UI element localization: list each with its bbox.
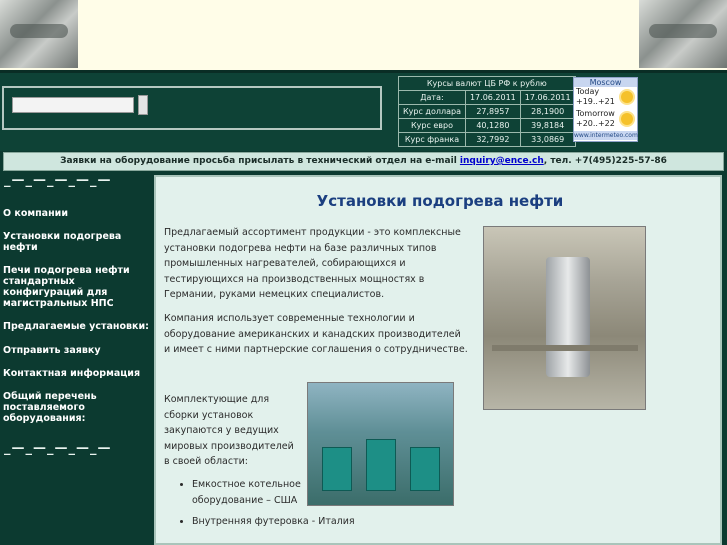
components-paragraph: Комплектующие для сборки установок закуп… bbox=[164, 394, 294, 467]
weather-city: Moscow bbox=[574, 78, 637, 87]
sidebar-menu: О компании Установки подогрева нефти Печ… bbox=[0, 208, 153, 424]
rates-caption: Курсы валют ЦБ РФ к рублю bbox=[398, 76, 576, 91]
sun-icon bbox=[621, 91, 633, 103]
rates-header-row: Дата: 17.06.2011 17.06.2011 bbox=[398, 90, 576, 105]
sidebar-item-contacts[interactable]: Контактная информация bbox=[0, 368, 153, 379]
email-link[interactable]: inquiry@ence.ch bbox=[460, 156, 544, 166]
weather-widget[interactable]: Moscow Today +19..+21 Tomorrow +20..+22 … bbox=[573, 77, 638, 142]
sidebar-item-equipment-list[interactable]: Общий перечень поставляемого оборудовани… bbox=[0, 391, 153, 424]
sidebar-item-offered[interactable]: Предлагаемые установки: bbox=[0, 321, 153, 332]
header-banner bbox=[0, 0, 727, 73]
sidebar-item-about[interactable]: О компании bbox=[0, 208, 153, 219]
sidebar: _—_—_—_—_— О компании Установки подогрев… bbox=[0, 172, 153, 545]
main-content: Установки подогрева нефти Предлагаемый а… bbox=[154, 175, 722, 545]
sidebar-divider-bottom: _—_—_—_—_— bbox=[4, 441, 112, 456]
sidebar-divider-top: _—_—_—_—_— bbox=[4, 173, 112, 188]
search-box bbox=[2, 86, 382, 130]
header-image-left bbox=[0, 0, 78, 68]
rates-row-chf: Курс франка 32,7992 33,0869 bbox=[398, 132, 576, 147]
weather-tomorrow: Tomorrow +20..+22 bbox=[574, 109, 637, 131]
header-image-right bbox=[639, 0, 727, 68]
search-button[interactable] bbox=[138, 95, 148, 115]
currency-rates-table: Курсы валют ЦБ РФ к рублю Дата: 17.06.20… bbox=[398, 76, 576, 147]
page-title: Установки подогрева нефти bbox=[316, 192, 564, 210]
sidebar-item-heaters[interactable]: Установки подогрева нефти bbox=[0, 231, 153, 253]
weather-source-link[interactable]: www.intermeteo.com bbox=[574, 131, 638, 140]
suppliers-list: Емкостное котельное оборудование – США В… bbox=[170, 477, 355, 536]
technology-paragraph: Компания использует современные технолог… bbox=[164, 313, 468, 355]
sidebar-item-furnaces[interactable]: Печи подогрева нефти стандартных конфигу… bbox=[0, 265, 153, 309]
sun-icon bbox=[621, 113, 633, 125]
rates-row-usd: Курс доллара 27,8957 28,1900 bbox=[398, 104, 576, 119]
rates-row-eur: Курс евро 40,1280 39,8184 bbox=[398, 118, 576, 133]
heater-installation-photo bbox=[483, 226, 646, 410]
list-item: Емкостное котельное оборудование – США bbox=[192, 477, 302, 508]
notice-bar: Заявки на оборудование просьба присылать… bbox=[3, 152, 724, 171]
search-input[interactable] bbox=[12, 97, 134, 113]
weather-today: Today +19..+21 bbox=[574, 87, 637, 109]
intro-paragraph: Предлагаемый ассортимент продукции - это… bbox=[164, 227, 461, 300]
sidebar-item-send-request[interactable]: Отправить заявку bbox=[0, 345, 153, 356]
list-item: Внутренняя футеровка - Италия bbox=[192, 514, 355, 530]
